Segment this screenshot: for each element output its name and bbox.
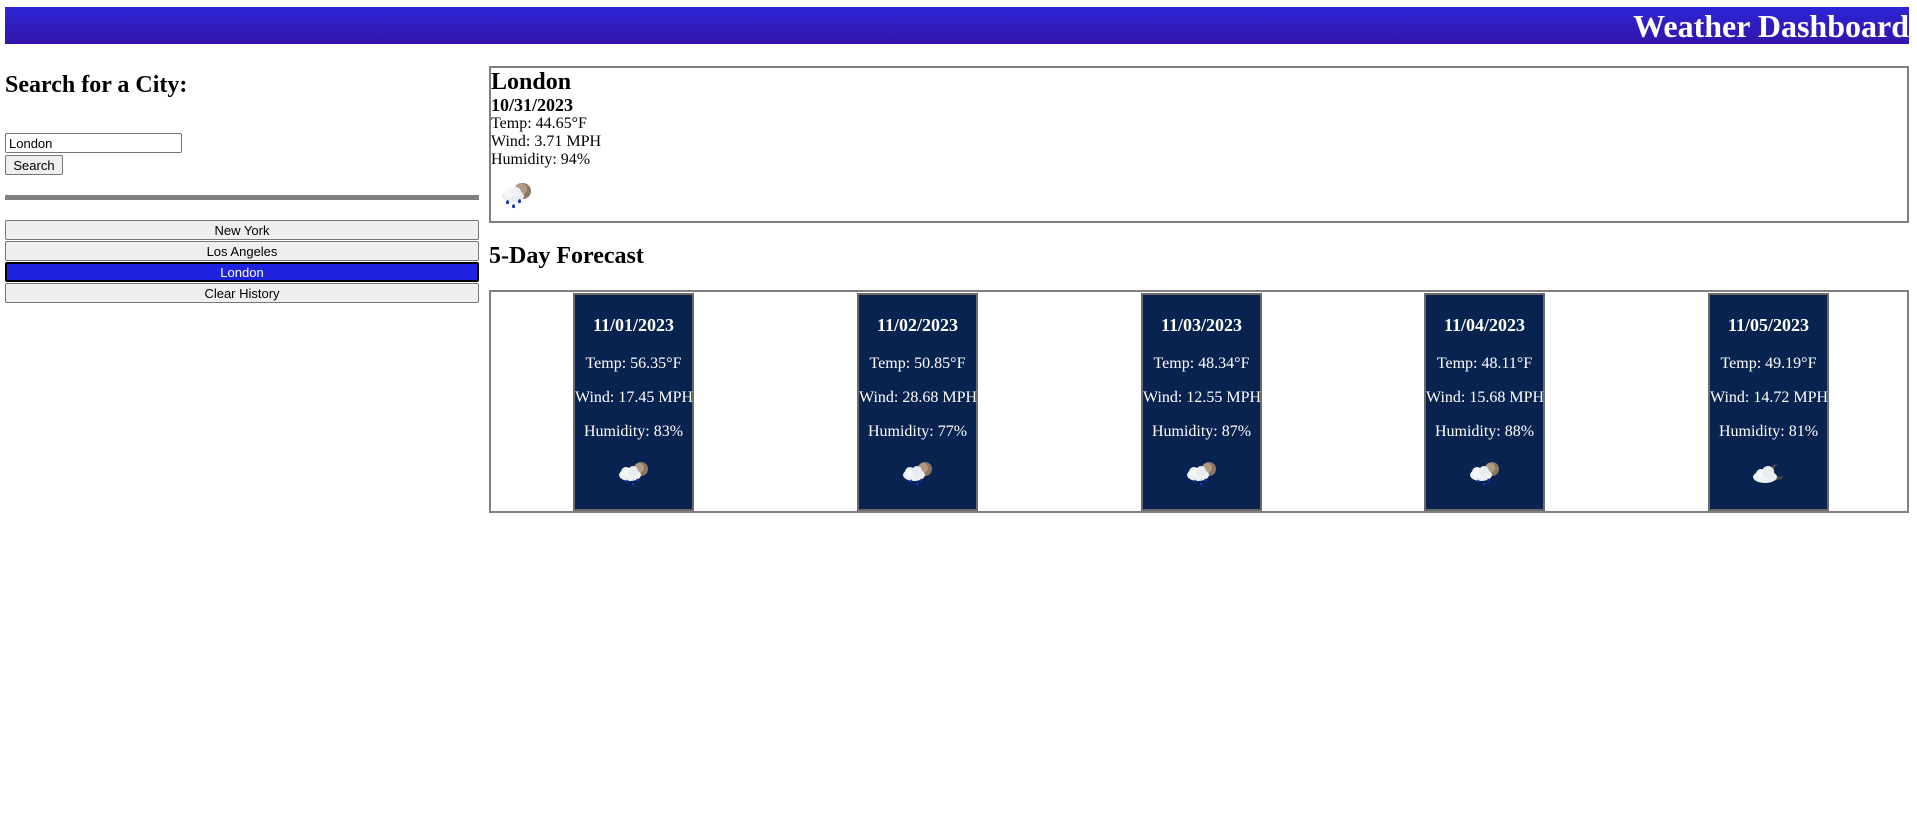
- forecast-humidity: Humidity: 77%: [867, 423, 968, 440]
- search-heading: Search for a City:: [5, 72, 188, 98]
- history-item-london[interactable]: London: [5, 262, 479, 282]
- search-button[interactable]: Search: [5, 155, 63, 175]
- forecast-wind: Wind: 28.68 MPH: [859, 389, 978, 406]
- forecast-card: 11/05/2023 Temp: 49.19°F Wind: 14.72 MPH…: [1708, 293, 1829, 511]
- rain-cloud-moon-icon: [497, 180, 537, 219]
- current-wind: Wind: 3.71 MPH: [491, 133, 602, 150]
- forecast-card: 11/02/2023 Temp: 50.85°F Wind: 28.68 MPH…: [857, 293, 978, 511]
- forecast-date: 11/01/2023: [592, 315, 674, 335]
- forecast-card: 11/01/2023 Temp: 56.35°F Wind: 17.45 MPH…: [573, 293, 694, 511]
- forecast-card: 11/04/2023 Temp: 48.11°F Wind: 15.68 MPH…: [1424, 293, 1545, 511]
- rain-cloud-moon-icon: [897, 460, 937, 495]
- forecast-date: 11/02/2023: [876, 315, 958, 335]
- forecast-humidity: Humidity: 88%: [1434, 423, 1535, 440]
- forecast-card: 11/03/2023 Temp: 48.34°F Wind: 12.55 MPH…: [1141, 293, 1262, 511]
- rain-cloud-moon-icon: [1181, 460, 1221, 495]
- history-item-new-york[interactable]: New York: [5, 220, 479, 240]
- forecast-wind: Wind: 12.55 MPH: [1143, 389, 1262, 406]
- forecast-humidity: Humidity: 81%: [1718, 423, 1819, 440]
- cloud-moon-icon: [1748, 460, 1788, 495]
- current-weather-panel: London 10/31/2023 Temp: 44.65°F Wind: 3.…: [489, 66, 1909, 223]
- city-search-input[interactable]: [5, 133, 182, 153]
- forecast-container: 11/01/2023 Temp: 56.35°F Wind: 17.45 MPH…: [489, 290, 1909, 513]
- current-temp: Temp: 44.65°F: [491, 115, 587, 132]
- forecast-temp: Temp: 50.85°F: [869, 355, 966, 372]
- forecast-humidity: Humidity: 83%: [583, 423, 684, 440]
- forecast-wind: Wind: 14.72 MPH: [1710, 389, 1829, 406]
- forecast-title: 5-Day Forecast: [489, 243, 644, 269]
- forecast-temp: Temp: 49.19°F: [1720, 355, 1817, 372]
- rain-cloud-moon-icon: [1464, 460, 1504, 495]
- page-title: Weather Dashboard: [1633, 8, 1909, 44]
- history-item-los-angeles[interactable]: Los Angeles: [5, 241, 479, 261]
- current-date: 10/31/2023: [491, 95, 574, 115]
- forecast-wind: Wind: 17.45 MPH: [575, 389, 694, 406]
- header-bar: Weather Dashboard: [5, 7, 1909, 44]
- current-humidity: Humidity: 94%: [491, 151, 591, 168]
- divider: [5, 195, 479, 200]
- forecast-date: 11/05/2023: [1727, 315, 1809, 335]
- rain-cloud-moon-icon: [613, 460, 653, 495]
- forecast-humidity: Humidity: 87%: [1151, 423, 1252, 440]
- forecast-temp: Temp: 48.34°F: [1153, 355, 1250, 372]
- search-history: New York Los Angeles London Clear Histor…: [5, 220, 479, 304]
- forecast-temp: Temp: 56.35°F: [585, 355, 682, 372]
- sidebar: Search for a City: Search New York Los A…: [5, 70, 479, 303]
- current-city-name: London: [491, 69, 572, 95]
- forecast-date: 11/03/2023: [1160, 315, 1242, 335]
- clear-history-button[interactable]: Clear History: [5, 283, 479, 303]
- forecast-date: 11/04/2023: [1443, 315, 1525, 335]
- forecast-temp: Temp: 48.11°F: [1436, 355, 1533, 372]
- forecast-wind: Wind: 15.68 MPH: [1426, 389, 1545, 406]
